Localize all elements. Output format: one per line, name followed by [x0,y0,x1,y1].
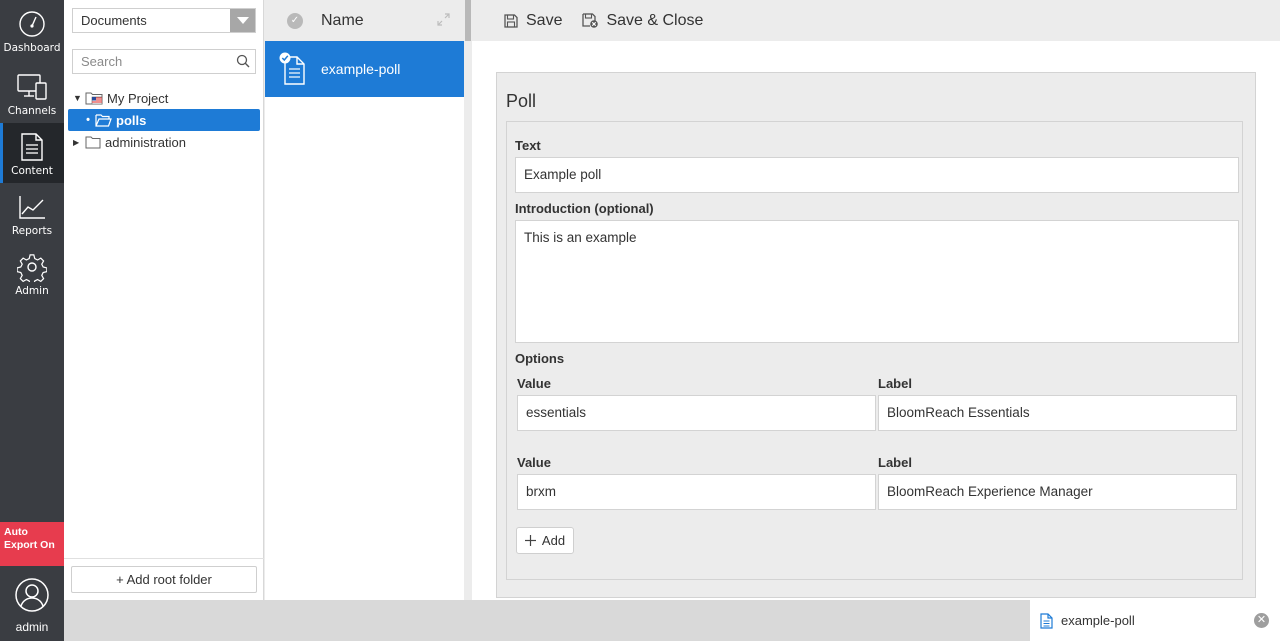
text-field[interactable]: Example poll [515,157,1239,193]
auto-export-badge[interactable]: Auto Export On [0,522,64,566]
folder-icon [85,136,101,149]
divider [64,558,264,559]
section-select[interactable]: Documents [72,8,256,33]
document-icon [1040,612,1053,629]
document-list-panel: ✓ Name example-poll [265,0,464,600]
save-icon [504,13,518,28]
nav-dashboard[interactable]: Dashboard [0,0,64,60]
document-title: example-poll [321,61,401,77]
save-button[interactable]: Save [504,12,562,30]
open-document-tab[interactable]: example-poll ✕ [1030,600,1280,641]
save-label: Save [526,11,563,29]
gauge-icon [16,8,48,40]
open-tab-title: example-poll [1061,613,1135,628]
nav-label: Reports [11,225,53,237]
add-label: Add [541,533,566,548]
save-and-close-button[interactable]: Save & Close [582,12,703,30]
tree-item-label: polls [116,112,147,128]
close-icon[interactable]: ✕ [1254,613,1269,628]
search-icon[interactable] [236,54,250,71]
caret-right-icon[interactable]: ▶ [73,138,83,147]
line-chart-icon [16,191,48,223]
search-box [72,49,256,74]
intro-textarea[interactable]: This is an example [515,220,1239,343]
nav-admin[interactable]: Admin [0,243,64,303]
nav-label: Channels [7,105,57,117]
devices-icon [16,71,48,103]
user-name: admin [15,620,49,634]
save-close-icon [582,13,599,28]
poll-fieldset: Text Example poll Introduction (optional… [506,121,1243,580]
document-icon [16,131,48,163]
plus-icon [524,535,536,546]
add-option-button[interactable]: Add [516,527,574,554]
option-value-input[interactable]: brxm [517,474,876,510]
select-all-check-icon[interactable]: ✓ [287,12,303,29]
nav-label: Dashboard [3,42,61,54]
list-header: ✓ Name [265,0,464,41]
tree-item-my-project[interactable]: ▼ My Project [73,87,253,109]
option-value-input[interactable]: essentials [517,395,876,431]
tree-item-label: My Project [107,90,169,106]
open-folder-icon [95,113,112,127]
folder-tree-panel: Documents ▼ My Project • polls [64,0,264,600]
form-title: Poll [506,91,537,111]
open-documents-bar: example-poll ✕ [64,600,1280,641]
caret-down-icon[interactable]: ▼ [73,93,83,103]
avatar-icon [14,577,50,616]
option-label-label: Label [878,455,912,470]
tree-item-label: administration [105,134,186,150]
save-close-label: Save & Close [606,11,704,29]
nav-reports[interactable]: Reports [0,183,64,243]
tree-item-polls[interactable]: • polls [68,109,260,131]
nav-label: Content [11,165,53,177]
nav-content[interactable]: Content [0,123,64,183]
options-label: Options [515,351,565,366]
option-value-label: Value [517,455,551,470]
option-label-label: Label [878,376,912,391]
project-folder-icon [85,91,103,105]
intro-field-label: Introduction (optional) [515,201,654,216]
published-document-icon [279,52,309,86]
nav-channels[interactable]: Channels [0,63,64,123]
poll-form-card: Poll Text Example poll Introduction (opt… [496,72,1256,598]
splitter-handle[interactable] [465,0,471,41]
search-input[interactable] [73,50,223,73]
option-label-input[interactable]: BloomReach Experience Manager [878,474,1237,510]
nav-label: Admin [15,285,49,297]
add-root-folder-button[interactable]: + Add root folder [71,566,257,593]
editor-toolbar: Save Save & Close [472,0,1280,41]
cms-app: Dashboard Channels Content Reports Admin [0,0,1280,641]
section-select-value: Documents [81,13,147,28]
text-field-label: Text [515,138,541,153]
document-row[interactable]: example-poll [265,41,464,97]
gear-icon [16,251,48,283]
chevron-down-icon[interactable] [230,9,255,32]
option-label-input[interactable]: BloomReach Essentials [878,395,1237,431]
tree-item-administration[interactable]: ▶ administration [73,131,253,153]
option-value-label: Value [517,376,551,391]
expand-icon[interactable] [437,13,450,29]
nav-rail: Dashboard Channels Content Reports Admin [0,0,64,641]
panel-splitter[interactable] [464,0,472,600]
user-menu[interactable]: admin [0,570,64,641]
editor-area: Poll Text Example poll Introduction (opt… [472,41,1280,600]
name-column-header[interactable]: Name [321,12,364,30]
bullet-icon: • [86,114,90,126]
